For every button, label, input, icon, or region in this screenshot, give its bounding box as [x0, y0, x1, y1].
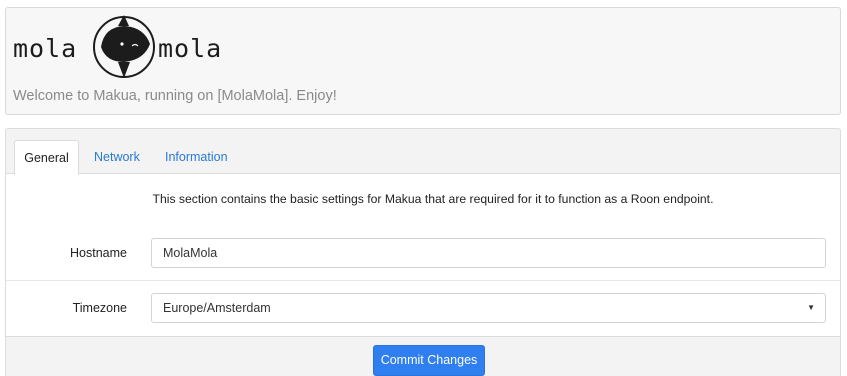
- timezone-row: Timezone Europe/Amsterdam ▼: [6, 281, 840, 336]
- hostname-label: Hostname: [70, 246, 127, 260]
- logo-left-text: mola: [13, 34, 77, 63]
- timezone-select[interactable]: Europe/Amsterdam ▼: [151, 293, 826, 323]
- header-panel: mola mola Welcome to Makua, running on […: [5, 7, 841, 115]
- timezone-selected-value: Europe/Amsterdam: [163, 301, 271, 315]
- settings-card: General Network Information This section…: [5, 128, 841, 376]
- sunfish-logo-icon: [93, 15, 155, 78]
- commit-changes-button[interactable]: Commit Changes: [373, 345, 485, 376]
- section-description: This section contains the basic settings…: [152, 192, 714, 206]
- tab-general[interactable]: General: [14, 140, 79, 175]
- logo-right-text: mola: [158, 34, 222, 63]
- tab-network[interactable]: Network: [94, 140, 140, 174]
- tab-information[interactable]: Information: [165, 140, 228, 174]
- hostname-input[interactable]: [151, 238, 826, 268]
- hostname-row: Hostname: [6, 226, 840, 281]
- timezone-label: Timezone: [72, 301, 127, 315]
- card-footer: Commit Changes: [6, 336, 840, 376]
- page: mola mola Welcome to Makua, running on […: [0, 0, 847, 376]
- mola-mola-logo: mola mola: [13, 15, 222, 78]
- tab-bar: General Network Information: [6, 129, 840, 175]
- caret-down-icon: ▼: [807, 303, 815, 312]
- welcome-message: Welcome to Makua, running on [MolaMola].…: [13, 88, 337, 104]
